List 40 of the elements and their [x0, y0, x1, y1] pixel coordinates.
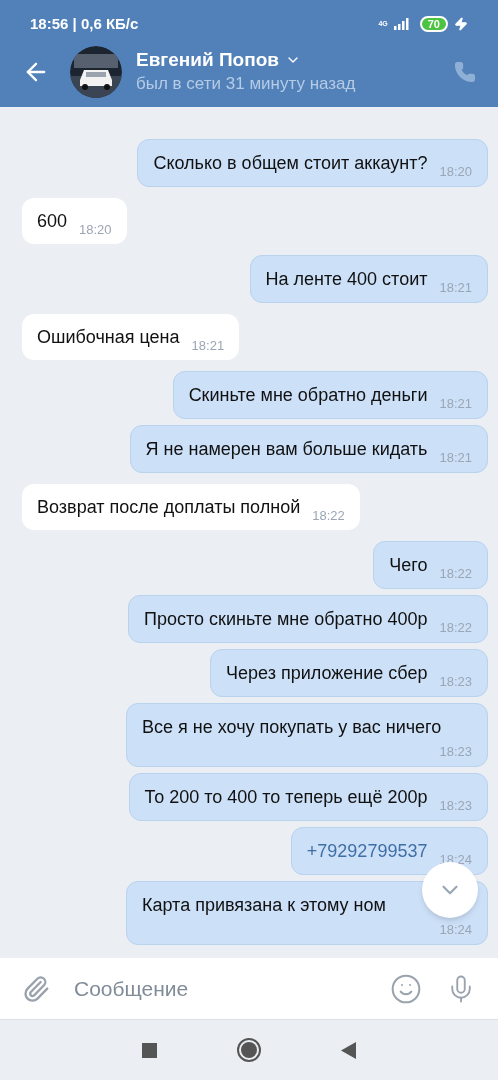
message-time: 18:24 — [438, 922, 472, 938]
contact-name[interactable]: Евгений Попов — [136, 47, 279, 72]
message-text: Скиньте мне обратно деньги — [188, 384, 428, 407]
message-time: 18:23 — [438, 744, 472, 760]
message-time: 18:20 — [78, 222, 112, 238]
message-text: Чего — [389, 554, 428, 577]
message-time: 18:23 — [438, 674, 472, 690]
message-time: 18:20 — [438, 164, 472, 180]
home-button[interactable] — [237, 1038, 261, 1062]
message-time: 18:21 — [438, 280, 472, 296]
message-time: 18:22 — [311, 508, 345, 524]
message-text: Через приложение сбер — [226, 662, 428, 685]
message-text: То 200 то 400 то теперь ещё 200р — [144, 786, 428, 809]
message-text: На ленте 400 стоит — [265, 268, 428, 291]
message-time: 18:23 — [438, 798, 472, 814]
phone-link[interactable]: +79292799537 — [306, 838, 428, 864]
message-text: Карта привязана к этому ном — [142, 894, 387, 917]
message-time: 18:22 — [438, 566, 472, 582]
recents-button[interactable] — [142, 1042, 157, 1058]
contact-status: был в сети 31 минуту назад — [136, 72, 357, 95]
message-time: 18:22 — [438, 620, 472, 636]
message-text: 600 — [37, 210, 68, 233]
message-text: Сколько в общем стоит аккаунт? — [153, 152, 428, 175]
back-nav-button[interactable] — [341, 1041, 356, 1059]
message-text: Возврат после доплаты полной — [37, 496, 301, 519]
message-text: Я не намерен вам больше кидать — [145, 438, 428, 461]
message-text: Просто скиньте мне обратно 400р — [144, 608, 428, 631]
attach-icon[interactable] — [22, 974, 50, 1003]
status-time: 18:56 | 0,6 КБ/с — [30, 13, 139, 34]
message-field[interactable]: Сообщение — [74, 968, 390, 1009]
charging-icon — [454, 17, 468, 31]
emoji-icon[interactable] — [390, 972, 422, 1005]
battery-indicator: 70 — [419, 16, 448, 32]
message-text: Все я не хочу покупать у вас ничего — [142, 716, 442, 739]
message-text: Ошибочная цена — [37, 326, 180, 349]
signal-icon — [393, 18, 410, 30]
message-composer[interactable]: Сообщение — [0, 958, 498, 1020]
message-time: 18:21 — [438, 396, 472, 412]
message-time: 18:21 — [438, 450, 472, 466]
message-time: 18:21 — [190, 338, 225, 354]
